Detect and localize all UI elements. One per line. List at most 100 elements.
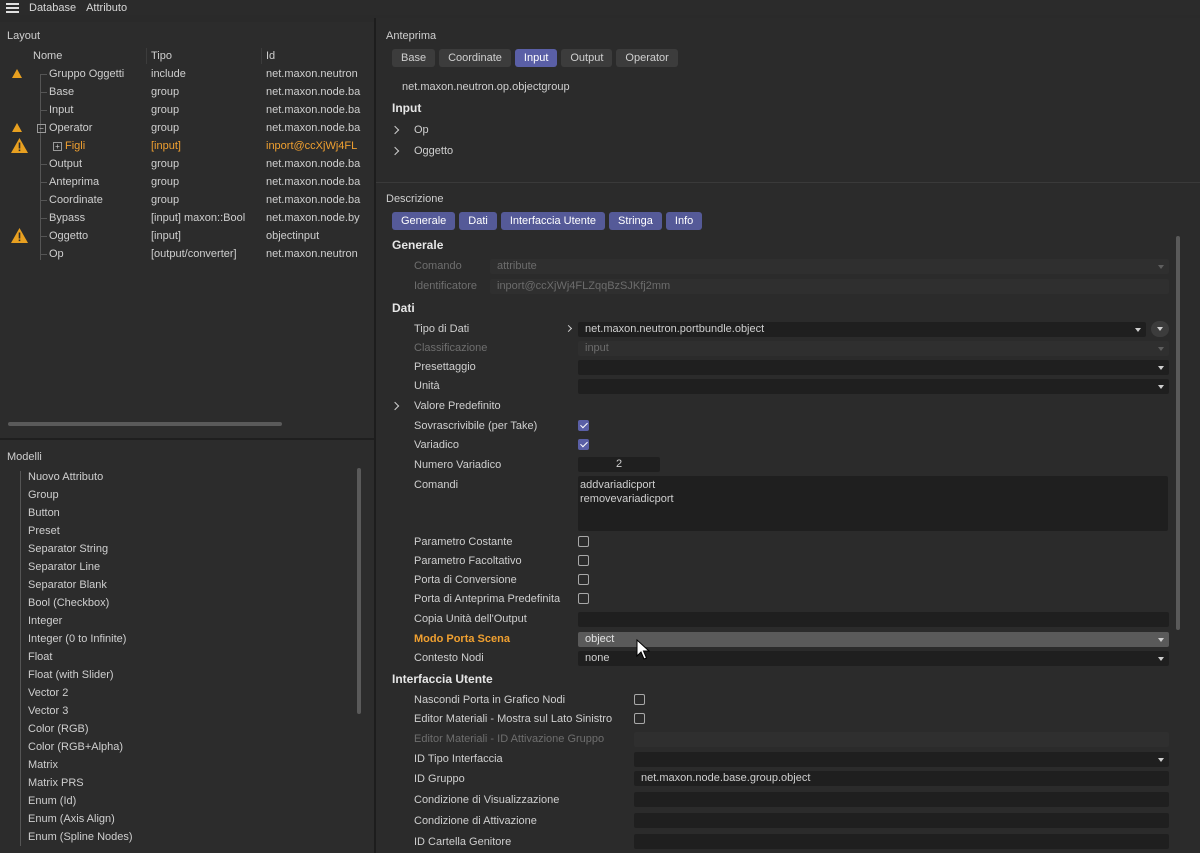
row-type: group <box>151 194 180 206</box>
porta-conversione-checkbox[interactable] <box>578 574 589 585</box>
model-item[interactable]: Preset <box>28 525 60 537</box>
tab-output[interactable]: Output <box>561 49 613 67</box>
model-item[interactable]: Bool (Checkbox) <box>28 597 109 609</box>
tipo-dati-value: net.maxon.neutron.portbundle.object <box>585 323 765 335</box>
model-item[interactable]: Button <box>28 507 60 519</box>
tab-input[interactable]: Input <box>514 49 558 67</box>
options-dropdown-button[interactable] <box>1151 321 1169 337</box>
model-item[interactable]: Vector 3 <box>28 705 68 717</box>
layout-row-selected[interactable]: + Figli [input] inport@ccXjWj4FL <box>0 137 374 155</box>
id-cartella-genitore-field[interactable] <box>634 834 1169 849</box>
column-tipo[interactable]: Tipo <box>151 50 172 62</box>
comando-select[interactable]: attribute <box>490 259 1169 274</box>
tab-dati[interactable]: Dati <box>459 212 497 230</box>
classificazione-label: Classificazione <box>414 342 488 354</box>
model-item[interactable]: Enum (Axis Align) <box>28 813 115 825</box>
numero-variadico-input[interactable]: 2 <box>578 457 660 472</box>
layout-row[interactable]: Output group net.maxon.node.ba <box>0 155 374 173</box>
sovrascrivibile-checkbox[interactable] <box>578 420 589 431</box>
valore-predefinito-label[interactable]: Valore Predefinito <box>414 400 501 412</box>
row-id: inport@ccXjWj4FL <box>266 140 358 152</box>
layout-row[interactable]: Input group net.maxon.node.ba <box>0 101 374 119</box>
contesto-nodi-value: none <box>585 652 610 664</box>
column-id[interactable]: Id <box>266 50 275 62</box>
right-panel <box>376 18 1200 853</box>
row-type: [input] <box>151 230 181 242</box>
collapse-icon[interactable]: − <box>37 124 46 133</box>
modo-porta-scena-select[interactable]: object <box>578 632 1169 647</box>
identificatore-label: Identificatore <box>414 280 477 292</box>
layout-row[interactable]: Base group net.maxon.node.ba <box>0 83 374 101</box>
comandi-textarea[interactable]: addvariadicport removevariadicport <box>578 476 1168 531</box>
model-item[interactable]: Group <box>28 489 59 501</box>
model-item[interactable]: Nuovo Attributo <box>28 471 103 483</box>
layout-row[interactable]: Op [output/converter] net.maxon.neutron <box>0 245 374 263</box>
classificazione-select[interactable]: input <box>578 341 1169 356</box>
model-item[interactable]: Float (with Slider) <box>28 669 114 681</box>
model-item[interactable]: Integer <box>28 615 62 627</box>
tab-stringa[interactable]: Stringa <box>609 212 662 230</box>
model-item[interactable]: Float <box>28 651 52 663</box>
id-gruppo-field[interactable]: net.maxon.node.base.group.object <box>634 771 1169 786</box>
nascondi-porta-checkbox[interactable] <box>634 694 645 705</box>
chevron-down-icon <box>1158 347 1164 351</box>
copia-unita-label: Copia Unità dell'Output <box>414 613 527 625</box>
description-scrollbar[interactable] <box>1176 236 1180 630</box>
expand-icon[interactable]: + <box>53 142 62 151</box>
model-item[interactable]: Separator Blank <box>28 579 107 591</box>
tab-coordinate[interactable]: Coordinate <box>439 49 511 67</box>
identificatore-field: inport@ccXjWj4FLZqqBzSJKfj2mm <box>490 279 1169 294</box>
model-item[interactable]: Color (RGB) <box>28 723 89 735</box>
layout-row[interactable]: − Operator group net.maxon.node.ba <box>0 119 374 137</box>
variadico-checkbox[interactable] <box>578 439 589 450</box>
presettaggio-label: Presettaggio <box>414 361 476 373</box>
model-item[interactable]: Matrix <box>28 759 58 771</box>
condizione-attivazione-field[interactable] <box>634 813 1169 828</box>
porta-anteprima-checkbox[interactable] <box>578 593 589 604</box>
model-item[interactable]: Enum (Id) <box>28 795 76 807</box>
copia-unita-field[interactable] <box>578 612 1169 627</box>
tab-operator[interactable]: Operator <box>616 49 678 67</box>
condizione-visualizzazione-field[interactable] <box>634 792 1169 807</box>
preview-item-op[interactable]: Op <box>414 124 429 136</box>
id-tipo-interfaccia-select[interactable] <box>634 752 1169 767</box>
layout-title: Layout <box>7 30 41 42</box>
menu-database[interactable]: Database <box>29 2 76 14</box>
tab-interfaccia-utente[interactable]: Interfaccia Utente <box>500 212 606 230</box>
row-type: [output/converter] <box>151 248 237 260</box>
editor-sinistro-checkbox[interactable] <box>634 713 645 724</box>
presettaggio-select[interactable] <box>578 360 1169 375</box>
row-type: group <box>151 104 180 116</box>
layout-row[interactable]: Gruppo Oggetti include net.maxon.neutron <box>0 65 374 83</box>
layout-row[interactable]: Bypass [input] maxon::Bool net.maxon.nod… <box>0 209 374 227</box>
contesto-nodi-select[interactable]: none <box>578 651 1169 666</box>
preview-tabs: Base Coordinate Input Output Operator <box>392 49 678 67</box>
layout-row[interactable]: Anteprima group net.maxon.node.ba <box>0 173 374 191</box>
model-item[interactable]: Integer (0 to Infinite) <box>28 633 126 645</box>
model-item[interactable]: Matrix PRS <box>28 777 84 789</box>
nascondi-porta-label: Nascondi Porta in Grafico Nodi <box>414 694 566 706</box>
menu-attributo[interactable]: Attributo <box>86 2 127 14</box>
hamburger-menu-icon[interactable] <box>6 2 19 13</box>
preview-section-header: Input <box>392 101 422 115</box>
parametro-facoltativo-checkbox[interactable] <box>578 555 589 566</box>
model-item[interactable]: Separator Line <box>28 561 100 573</box>
tipo-dati-select[interactable]: net.maxon.neutron.portbundle.object <box>578 322 1146 337</box>
models-scrollbar[interactable] <box>357 468 361 714</box>
column-nome[interactable]: Nome <box>33 50 62 62</box>
tab-generale[interactable]: Generale <box>392 212 456 230</box>
model-item[interactable]: Separator String <box>28 543 108 555</box>
tab-info[interactable]: Info <box>665 212 703 230</box>
layout-row[interactable]: Coordinate group net.maxon.node.ba <box>0 191 374 209</box>
layout-horizontal-scrollbar[interactable] <box>8 422 282 426</box>
preview-item-oggetto[interactable]: Oggetto <box>414 145 453 157</box>
layout-row[interactable]: Oggetto [input] objectinput <box>0 227 374 245</box>
parametro-costante-checkbox[interactable] <box>578 536 589 547</box>
row-id: net.maxon.node.ba <box>266 104 361 116</box>
tab-base[interactable]: Base <box>392 49 436 67</box>
condizione-visualizzazione-label: Condizione di Visualizzazione <box>414 794 560 806</box>
model-item[interactable]: Vector 2 <box>28 687 68 699</box>
unita-select[interactable] <box>578 379 1169 394</box>
model-item[interactable]: Enum (Spline Nodes) <box>28 831 133 843</box>
model-item[interactable]: Color (RGB+Alpha) <box>28 741 123 753</box>
